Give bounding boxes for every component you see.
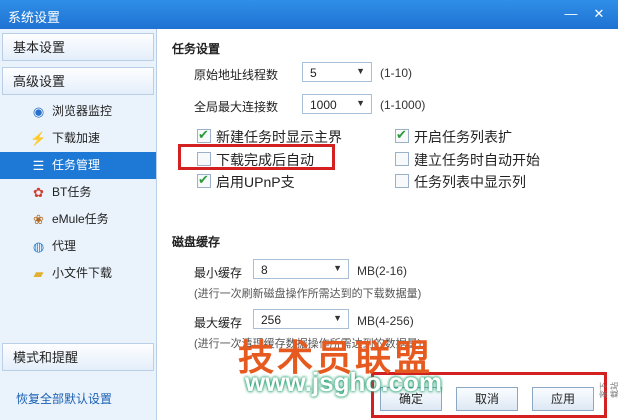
sidebar-item-label: 浏览器监控 — [52, 104, 113, 118]
proxy-icon: ◍ — [32, 239, 45, 254]
sidebar-item-download-accel[interactable]: ⚡ 下载加速 — [0, 125, 156, 152]
chevron-down-icon: ▼ — [356, 66, 365, 76]
highlight-box — [178, 144, 335, 170]
sidebar-item-task-management[interactable]: ☰ 任务管理 — [0, 152, 156, 179]
sidebar-item-small-file[interactable]: ▰ 小文件下载 — [0, 260, 156, 287]
min-cache-range: MB(2-16) — [357, 264, 408, 278]
sidebar-mode-and-reminders[interactable]: 模式和提醒 — [2, 343, 154, 371]
bt-icon: ✿ — [33, 185, 44, 200]
sidebar-item-label: eMule任务 — [52, 212, 109, 226]
thread-count-range: (1-10) — [380, 66, 413, 80]
checkbox-label: 启用UPnP支 — [216, 174, 295, 190]
folder-icon: ▰ — [33, 266, 44, 281]
max-cache-label: 最大缓存 — [194, 316, 243, 330]
task-settings-title: 任务设置 — [172, 42, 221, 56]
window-title: 系统设置 — [8, 10, 61, 25]
checkbox-box[interactable] — [395, 152, 409, 166]
minimize-button[interactable]: — — [560, 4, 582, 24]
min-cache-value: 8 — [261, 263, 268, 277]
max-connections-value: 1000 — [310, 98, 337, 112]
max-cache-range: MB(4-256) — [357, 314, 414, 328]
watermark-url: www.jsgho.com — [245, 367, 442, 397]
disk-cache-title: 磁盘缓存 — [172, 235, 221, 249]
thread-count-value: 5 — [310, 66, 317, 80]
checkbox-enable-upnp[interactable]: 启用UPnP支 — [197, 172, 295, 192]
max-cache-select[interactable]: 256 ▼ — [253, 309, 349, 329]
chevron-down-icon: ▼ — [333, 313, 342, 323]
sidebar: 基本设置 高级设置 ◉ 浏览器监控 ⚡ 下载加速 ☰ 任务管理 ✿ BT任务 ❀… — [0, 29, 157, 420]
sidebar-item-label: 下载加速 — [52, 131, 101, 145]
max-connections-range: (1-1000) — [380, 98, 426, 112]
sidebar-item-browser-monitor[interactable]: ◉ 浏览器监控 — [0, 98, 156, 125]
checkbox-label: 新建任务时显示主界 — [216, 129, 342, 145]
settings-window: 系统设置 — ✕ 基本设置 高级设置 ◉ 浏览器监控 ⚡ 下载加速 ☰ 任务管理… — [0, 0, 618, 420]
sidebar-item-label: 小文件下载 — [52, 266, 113, 280]
checkbox-label: 建立任务时自动开始 — [414, 152, 540, 168]
sidebar-item-label: 代理 — [52, 239, 77, 253]
sidebar-item-bt-task[interactable]: ✿ BT任务 — [0, 179, 156, 206]
max-cache-value: 256 — [261, 313, 282, 327]
title-bar: 系统设置 — ✕ — [0, 0, 618, 29]
checkbox-auto-start-task[interactable]: 建立任务时自动开始 — [395, 150, 540, 170]
min-cache-select[interactable]: 8 ▼ — [253, 259, 349, 279]
checkbox-box[interactable] — [197, 172, 211, 188]
min-cache-hint: (进行一次刷新磁盘操作所需达到的下载数据量) — [194, 288, 422, 300]
checkbox-box[interactable] — [395, 127, 409, 143]
checkbox-box[interactable] — [197, 127, 211, 143]
max-connections-select[interactable]: 1000 ▼ — [302, 94, 372, 114]
thread-count-select[interactable]: 5 ▼ — [302, 62, 372, 82]
watermark-side: 家下载站 — [599, 382, 618, 398]
browser-monitor-icon: ◉ — [32, 104, 45, 119]
sidebar-list: ◉ 浏览器监控 ⚡ 下载加速 ☰ 任务管理 ✿ BT任务 ❀ eMule任务 ◍… — [0, 98, 156, 287]
sidebar-basic-settings[interactable]: 基本设置 — [2, 33, 154, 61]
max-connections-label: 全局最大连接数 — [194, 100, 279, 114]
emule-icon: ❀ — [33, 212, 44, 227]
sidebar-item-proxy[interactable]: ◍ 代理 — [0, 233, 156, 260]
checkbox-show-in-task-list[interactable]: 任务列表中显示列 — [395, 172, 526, 192]
sidebar-item-label: BT任务 — [52, 185, 92, 199]
checkbox-expand-task-list[interactable]: 开启任务列表扩 — [395, 127, 512, 147]
close-button[interactable]: ✕ — [588, 4, 610, 24]
checkbox-label: 任务列表中显示列 — [414, 174, 526, 190]
min-cache-label: 最小缓存 — [194, 266, 243, 280]
chevron-down-icon: ▼ — [333, 263, 342, 273]
checkbox-label: 开启任务列表扩 — [414, 129, 512, 145]
checkbox-box[interactable] — [395, 174, 409, 188]
sidebar-item-label: 任务管理 — [52, 158, 101, 172]
chevron-down-icon: ▼ — [356, 98, 365, 108]
sidebar-item-emule-task[interactable]: ❀ eMule任务 — [0, 206, 156, 233]
restore-defaults-link[interactable]: 恢复全部默认设置 — [16, 390, 112, 407]
thread-count-label: 原始地址线程数 — [194, 68, 279, 82]
task-list-icon: ☰ — [32, 158, 45, 173]
lightning-icon: ⚡ — [30, 131, 47, 146]
sidebar-advanced-settings[interactable]: 高级设置 — [2, 67, 154, 95]
